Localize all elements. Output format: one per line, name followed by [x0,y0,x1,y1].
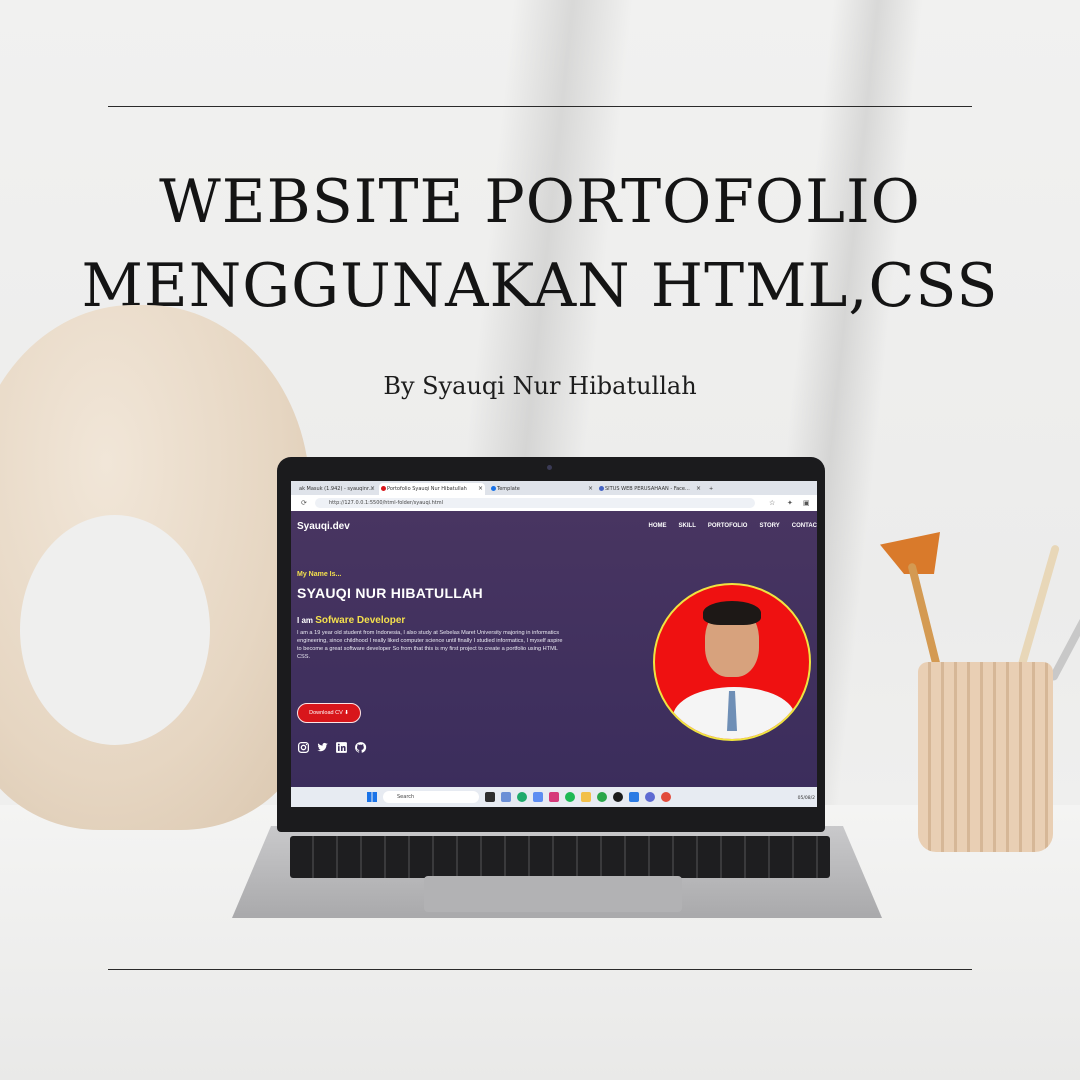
nav-skill[interactable]: SKILL [679,523,696,529]
github-icon[interactable] [354,741,367,754]
tab-label: Template [497,486,520,492]
social-links [297,741,367,754]
role-line: I am Sofware Developer [297,615,405,626]
edge-icon[interactable] [517,792,527,802]
nav-portofolio[interactable]: PORTOFOLIO [708,523,748,529]
discord-icon[interactable] [645,792,655,802]
instagram-icon[interactable] [297,741,310,754]
photo-hair [703,601,761,625]
browser-tab[interactable]: ak Masuk (1.942) - syauqinr... × [291,483,377,495]
browser-addressbar: ⟳ http://127.0.0.1:5500/html-folder/syau… [291,495,817,511]
nav-home[interactable]: HOME [649,523,667,529]
profile-photo [653,583,811,741]
new-tab-button[interactable]: + [707,483,721,495]
taskbar-clock: 05/08/2 [797,796,815,801]
linkedin-icon[interactable] [335,741,348,754]
role-prefix: I am [297,616,314,625]
portfolio-page: Syauqi.dev HOME SKILL PORTOFOLIO STORY C… [291,511,817,787]
tab-label: ak Masuk (1.942) - syauqinr... [299,486,374,492]
laptop-keyboard [290,836,830,878]
app-icon[interactable] [533,792,543,802]
folder-icon[interactable] [581,792,591,802]
app-icon[interactable] [501,792,511,802]
browser-tab-active[interactable]: Portofolio Syauqi Nur Hibatullah × [379,483,485,495]
poster-title: WEBSITE PORTOFOLIO MENGGUNAKAN HTML,CSS [0,160,1080,328]
download-cv-button[interactable]: Download CV ⬇ [297,703,361,723]
extensions-icon[interactable]: ✦ [787,498,793,508]
spotify-icon[interactable] [565,792,575,802]
brush-cup [918,662,1053,852]
webcam [547,465,552,470]
sidepanel-icon[interactable]: ▣ [803,498,810,508]
greeting: My Name Is... [297,571,342,578]
role-title: Sofware Developer [315,615,406,626]
close-icon[interactable]: × [370,483,375,495]
vscode-icon[interactable] [629,792,639,802]
instagram-app-icon[interactable] [549,792,559,802]
vase-opening [20,515,210,745]
site-logo[interactable]: Syauqi.dev [297,521,350,532]
tiktok-icon[interactable] [613,792,623,802]
site-nav: HOME SKILL PORTOFOLIO STORY CONTAC [649,523,817,529]
top-rule [108,106,972,107]
tab-label: SITUS WEB PERUSAHAAN - Face... [605,486,690,492]
nav-contact[interactable]: CONTAC [792,523,817,529]
close-icon[interactable]: × [478,483,483,495]
twitter-icon[interactable] [316,741,329,754]
paintbrush [907,562,943,676]
nav-story[interactable]: STORY [759,523,779,529]
laptop-lid: ak Masuk (1.942) - syauqinr... × Portofol… [277,457,825,832]
paintbrush [1048,589,1080,682]
laptop-trackpad [424,876,682,912]
browser-tabbar: ak Masuk (1.942) - syauqinr... × Portofol… [291,481,817,495]
star-icon[interactable]: ☆ [769,498,775,508]
browser-tab[interactable]: Template × [489,483,595,495]
favicon-icon [599,486,604,491]
windows-taskbar: Search 05/08/2 [291,787,817,807]
search-placeholder: Search [397,794,415,800]
whatsapp-icon[interactable] [597,792,607,802]
chrome-icon[interactable] [661,792,671,802]
url-input[interactable]: http://127.0.0.1:5500/html-folder/syauqi… [315,498,755,508]
bottom-rule [108,969,972,970]
reload-icon[interactable]: ⟳ [301,498,307,508]
close-icon[interactable]: × [696,483,701,495]
laptop-screen: ak Masuk (1.942) - syauqinr... × Portofol… [291,481,817,807]
paintbrush [1015,544,1061,677]
windows-start-icon[interactable] [367,792,377,802]
close-icon[interactable]: × [588,483,593,495]
url-text: http://127.0.0.1:5500/html-folder/syauqi… [329,500,443,506]
bio-text: I am a 19 year old student from Indonesi… [297,630,563,660]
tab-label: Portofolio Syauqi Nur Hibatullah [387,486,467,492]
poster-title-line-1: WEBSITE PORTOFOLIO [159,167,921,237]
taskview-icon[interactable] [485,792,495,802]
taskbar-search-input[interactable]: Search [383,791,479,803]
owner-name: SYAUQI NUR HIBATULLAH [297,585,483,601]
browser-tab[interactable]: SITUS WEB PERUSAHAAN - Face... × [597,483,703,495]
favicon-icon [491,486,496,491]
favicon-icon [381,486,386,491]
poster: WEBSITE PORTOFOLIO MENGGUNAKAN HTML,CSS … [0,0,1080,1080]
